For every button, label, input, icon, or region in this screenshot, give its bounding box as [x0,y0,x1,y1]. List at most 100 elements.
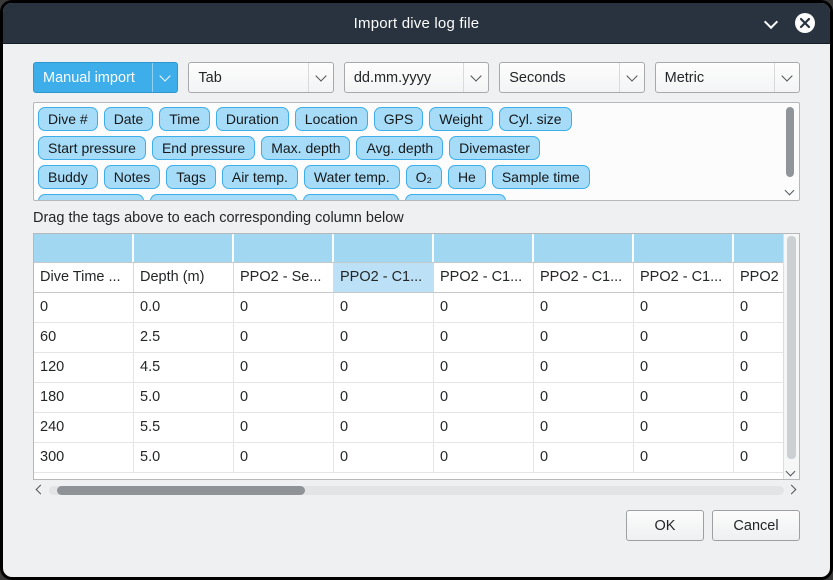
tag-pill[interactable]: Air temp. [222,165,298,189]
import-dialog-window: Import dive log file Manual import Tab dd.… [3,3,830,577]
table-cell: 0 [234,443,334,472]
shade-chevron-down-icon[interactable] [764,16,778,30]
column-drop-target[interactable] [134,234,234,262]
table-cell: 240 [34,413,134,442]
tag-list: Dive #DateTimeDurationLocationGPSWeight C… [34,103,799,201]
titlebar[interactable]: Import dive log file [3,3,830,44]
tag-pill[interactable]: Duration [216,107,289,131]
units-combo[interactable]: Metric [655,62,800,93]
table-cell: 0 [434,413,534,442]
tag-pill[interactable]: Location [295,107,368,131]
table-cell: 0 [334,353,434,382]
close-icon[interactable] [794,12,816,34]
tag-pill[interactable]: Sample pO₂ [303,194,398,201]
tag-pill[interactable]: Tags [166,165,216,189]
table-cell: 300 [34,443,134,472]
table-row: 00.0000000 [34,293,799,323]
tag-pill[interactable]: Water temp. [304,165,400,189]
column-drop-target[interactable] [34,234,134,262]
column-drop-target[interactable] [234,234,334,262]
table-row: 1204.5000000 [34,353,799,383]
import-options-row: Manual import Tab dd.mm.yyyy Seconds Metric [33,62,800,93]
table-cell: 5.0 [134,383,234,412]
tag-pill[interactable]: Weight [429,107,492,131]
table-horizontal-scrollbar[interactable] [33,482,800,498]
tag-pill[interactable]: Buddy [38,165,98,189]
tag-pill[interactable]: Sample temperature [150,194,297,201]
tag-pill[interactable]: Dive # [38,107,98,131]
table-scroll-down-icon[interactable] [784,468,799,478]
table-cell: 0 [334,323,434,352]
table-row: 3005.0000000 [34,443,799,473]
tag-pill[interactable]: O₂ [406,165,442,189]
table-cell: 0 [534,353,634,382]
tag-pill[interactable]: Time [159,107,210,131]
tagbox-vertical-scrollbar[interactable] [783,105,797,198]
ok-button[interactable]: OK [626,510,704,541]
screen: Import dive log file Manual import Tab dd.… [0,0,833,580]
tagbox-scroll-down-icon[interactable] [783,187,797,197]
column-header: PPO2 - C1... [334,263,434,292]
instruction-text: Drag the tags above to each correspondin… [33,210,800,226]
scroll-right-icon[interactable] [787,484,800,496]
tag-pill[interactable]: Sample time [492,165,590,189]
tag-pill[interactable]: Divemaster [449,136,540,160]
combo-selected-value: dd.mm.yyyy [345,70,463,86]
duration-format-combo[interactable]: Seconds [499,62,644,93]
table-cell: 2.5 [134,323,234,352]
table-cell: 0 [534,323,634,352]
table-cell: 0 [534,443,634,472]
tag-pill[interactable]: End pressure [152,136,255,160]
chevron-down-icon [152,63,177,92]
horizontal-scroll-thumb[interactable] [57,486,305,495]
table-cell: 0 [634,293,734,322]
scroll-left-icon[interactable] [33,484,46,496]
table-vertical-scrollbar[interactable] [783,234,799,479]
tag-row: BuddyNotesTagsAir temp.Water temp.O₂HeSa… [38,165,775,189]
tag-pill[interactable]: GPS [374,107,424,131]
table-cell: 0 [434,323,534,352]
import-mode-combo[interactable]: Manual import [33,62,178,93]
dialog-buttons: OK Cancel [33,510,800,541]
table-cell: 0 [434,383,534,412]
table-cell: 120 [34,353,134,382]
tag-pill[interactable]: Cyl. size [499,107,572,131]
table-cell: 0 [334,443,434,472]
horizontal-scroll-track[interactable] [49,486,784,495]
tag-pill[interactable]: Max. depth [261,136,350,160]
column-drop-row [34,234,799,263]
tag-pill[interactable]: Sample CNS [405,194,506,201]
tag-pill[interactable]: He [448,165,486,189]
table-cell: 0 [234,353,334,382]
column-drop-target[interactable] [334,234,434,262]
table-cell: 0 [334,413,434,442]
combo-selected-value: Tab [189,70,307,86]
tagbox-scroll-thumb[interactable] [786,107,794,177]
table-cell: 0 [434,443,534,472]
table-cell: 0.0 [134,293,234,322]
table-cell: 0 [634,383,734,412]
table-scroll-thumb[interactable] [787,236,796,459]
column-drop-target[interactable] [634,234,734,262]
field-separator-combo[interactable]: Tab [188,62,333,93]
column-header: PPO2 - C1... [434,263,534,292]
chevron-down-icon [619,63,644,92]
table-cell: 0 [434,353,534,382]
tag-pill[interactable]: Date [104,107,154,131]
tag-pill[interactable]: Sample depth [38,194,144,201]
tag-pill[interactable]: Start pressure [38,136,146,160]
table-cell: 0 [334,293,434,322]
date-format-combo[interactable]: dd.mm.yyyy [344,62,489,93]
table-cell: 0 [334,383,434,412]
tag-pill[interactable]: Avg. depth [356,136,443,160]
chevron-down-icon [308,63,333,92]
column-header: PPO2 - Se... [234,263,334,292]
combo-selected-value: Metric [656,70,774,86]
column-drop-target[interactable] [434,234,534,262]
table-cell: 0 [34,293,134,322]
tag-pill[interactable]: Notes [104,165,161,189]
column-drop-target[interactable] [534,234,634,262]
cancel-button[interactable]: Cancel [712,510,800,541]
titlebar-buttons [764,3,816,43]
table-cell: 5.5 [134,413,234,442]
